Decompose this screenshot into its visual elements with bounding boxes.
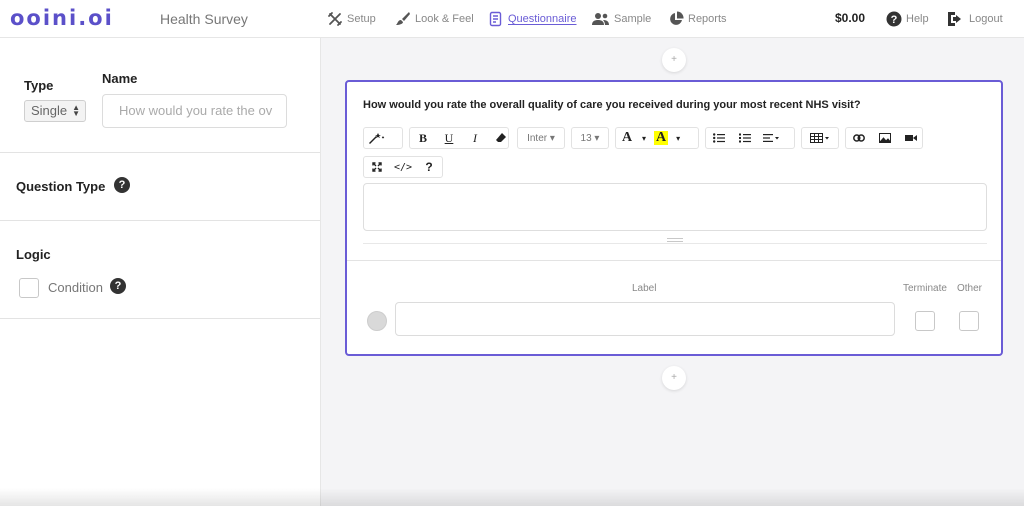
bullet-list-icon — [713, 133, 725, 143]
bottom-shadow — [0, 488, 1024, 506]
bullet-list-button[interactable] — [706, 128, 732, 148]
question-rich-text-editor[interactable] — [363, 183, 987, 231]
answer-drag-handle[interactable] — [367, 311, 387, 331]
numbered-list-icon — [739, 133, 751, 143]
font-color-button[interactable]: A — [616, 128, 638, 148]
nav-sample-label: Sample — [614, 13, 652, 25]
paragraph-toolbar-group — [705, 127, 795, 149]
code-view-button[interactable]: </> — [390, 157, 416, 177]
label-column-header: Label — [632, 283, 657, 294]
answer-label-input[interactable] — [395, 302, 895, 336]
eraser-button[interactable] — [488, 128, 514, 148]
font-color-dropdown[interactable]: ▾ — [638, 128, 650, 148]
pie-chart-icon — [670, 11, 684, 25]
help-circle-icon: ? — [886, 11, 902, 27]
video-button[interactable] — [898, 128, 924, 148]
other-checkbox[interactable] — [959, 311, 979, 331]
question-text[interactable]: How would you rate the overall quality o… — [363, 99, 861, 111]
select-arrows-icon: ▲ ▼ — [72, 103, 80, 118]
question-editor-card: How would you rate the overall quality o… — [345, 80, 1003, 356]
nav-reports[interactable]: Reports — [668, 10, 727, 28]
magic-toolbar-group — [363, 127, 403, 149]
nav-questionnaire[interactable]: Questionnaire — [488, 10, 577, 28]
logic-section: Logic Condition ? — [0, 221, 320, 319]
type-select-value: Single — [31, 103, 68, 118]
type-name-section: Type Name Single ▲ ▼ How would you rate t… — [0, 38, 320, 153]
nav-setup-label: Setup — [347, 13, 376, 25]
name-input[interactable]: How would you rate the ov — [102, 94, 287, 128]
brush-icon — [396, 12, 410, 25]
tools-icon — [328, 12, 342, 26]
font-size-value: 13 — [580, 132, 592, 144]
question-settings-sidebar: Type Name Single ▲ ▼ How would you rate t… — [0, 38, 321, 506]
color-toolbar-group: A ▾ A ▾ — [615, 127, 699, 149]
image-icon — [879, 133, 891, 143]
view-toolbar-group: </> ? — [363, 156, 443, 178]
users-icon — [592, 13, 609, 25]
add-question-above-button[interactable]: + — [662, 48, 686, 72]
question-type-section: Question Type ? — [0, 153, 320, 221]
image-button[interactable] — [872, 128, 898, 148]
fullscreen-button[interactable] — [364, 157, 390, 177]
logout-icon — [948, 12, 961, 26]
video-icon — [905, 135, 917, 141]
format-toolbar-group: B U I — [409, 127, 509, 149]
align-dropdown[interactable] — [758, 128, 784, 148]
other-column-header: Other — [957, 283, 983, 294]
name-label: Name — [102, 71, 138, 86]
editor-status-bar — [363, 243, 987, 244]
highlight-color-dropdown[interactable]: ▾ — [672, 128, 684, 148]
add-question-below-button[interactable]: + — [662, 366, 686, 390]
numbered-list-button[interactable] — [732, 128, 758, 148]
nav-look-feel[interactable]: Look & Feel — [395, 10, 474, 28]
table-dropdown[interactable] — [801, 127, 839, 149]
highlight-icon: A — [654, 130, 669, 145]
answers-divider — [347, 260, 1001, 261]
logout-link[interactable]: Logout — [947, 10, 1003, 28]
question-type-label: Question Type — [16, 179, 106, 194]
survey-title: Health Survey — [160, 11, 248, 27]
logout-label: Logout — [969, 13, 1003, 25]
fullscreen-icon — [372, 162, 382, 172]
app-logo[interactable]: ooini.oi — [10, 6, 114, 30]
nav-look-feel-label: Look & Feel — [415, 13, 474, 25]
question-type-help-icon[interactable]: ? — [114, 177, 130, 193]
magic-wand-button[interactable] — [364, 128, 392, 148]
logic-label: Logic — [16, 247, 51, 262]
highlight-color-button[interactable]: A — [650, 128, 672, 148]
nav-setup[interactable]: Setup — [327, 10, 376, 28]
condition-checkbox[interactable] — [19, 278, 39, 298]
account-balance: $0.00 — [835, 11, 866, 25]
questionnaire-icon — [489, 11, 502, 27]
italic-button[interactable]: I — [462, 128, 488, 148]
help-link[interactable]: ? Help — [886, 10, 929, 28]
nav-reports-label: Reports — [688, 13, 727, 25]
nav-questionnaire-label: Questionnaire — [508, 13, 577, 25]
font-family-dropdown[interactable]: Inter ▾ — [517, 127, 565, 149]
condition-label: Condition — [48, 280, 103, 295]
terminate-column-header: Terminate — [903, 283, 947, 294]
help-button[interactable]: ? — [416, 157, 442, 177]
help-label: Help — [906, 13, 929, 25]
bold-button[interactable]: B — [410, 128, 436, 148]
svg-text:?: ? — [891, 14, 898, 26]
terminate-checkbox[interactable] — [915, 311, 935, 331]
top-navigation-bar: ooini.oi Health Survey Setup Look & Feel… — [0, 0, 1024, 38]
resize-handle-icon[interactable] — [667, 238, 683, 242]
font-family-value: Inter — [527, 132, 548, 144]
type-label: Type — [24, 78, 54, 93]
font-size-dropdown[interactable]: 13 ▾ — [571, 127, 609, 149]
table-icon — [810, 133, 829, 143]
type-select[interactable]: Single ▲ ▼ — [24, 100, 86, 122]
magic-wand-icon — [369, 133, 385, 144]
condition-help-icon[interactable]: ? — [110, 278, 126, 294]
link-button[interactable] — [846, 128, 872, 148]
eraser-icon — [496, 133, 506, 142]
align-left-icon — [763, 134, 779, 142]
insert-toolbar-group — [845, 127, 923, 149]
underline-button[interactable]: U — [436, 128, 462, 148]
nav-sample[interactable]: Sample — [592, 10, 651, 28]
link-icon — [853, 134, 865, 142]
